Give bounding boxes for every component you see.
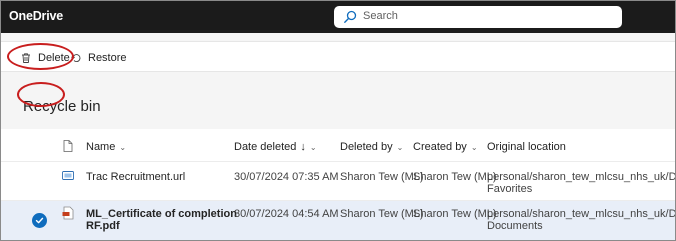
file-type-icon[interactable] <box>63 140 73 152</box>
row-checkbox-checked[interactable] <box>32 213 47 228</box>
original-location-line: personal/sharon_tew_mlcsu_nhs_uk/Documen… <box>487 171 676 183</box>
deleted-by: Sharon Tew (ML) <box>340 208 424 220</box>
date-deleted: 30/07/2024 07:35 AM <box>234 171 339 183</box>
original-location-line: Documents <box>487 220 543 232</box>
restore-label: Restore <box>88 52 127 64</box>
annotation-circle-delete <box>7 43 74 70</box>
chevron-down-icon: ⌄ <box>470 142 478 152</box>
app-header: OneDrive Search <box>1 1 675 33</box>
table-row-selected[interactable]: ML_Certificate of completion RF.pdf 30/0… <box>1 201 676 240</box>
pdf-file-icon <box>62 206 74 220</box>
file-name[interactable]: ML_Certificate of completion RF.pdf <box>86 208 237 232</box>
column-header-original-location[interactable]: Original location <box>487 141 566 153</box>
column-header-created-by-label: Created by <box>413 141 467 153</box>
date-deleted: 30/07/2024 04:54 AM <box>234 208 339 220</box>
search-box[interactable]: Search <box>334 6 622 28</box>
column-header-created-by[interactable]: Created by ⌄ <box>413 141 478 153</box>
table-row[interactable]: Trac Recruitment.url 30/07/2024 07:35 AM… <box>1 163 675 201</box>
search-icon <box>344 10 357 23</box>
chevron-down-icon: ⌄ <box>119 142 127 152</box>
column-header-date-deleted-label: Date deleted <box>234 141 297 153</box>
onedrive-window: OneDrive Search Delete Restore Recycle b… <box>0 0 676 241</box>
column-header-deleted-by-label: Deleted by <box>340 141 393 153</box>
recycle-bin-list: Name ⌄ Date deleted ↓ ⌄ Deleted by ⌄ Cre… <box>1 129 676 240</box>
created-by: Sharon Tew (ML) <box>413 171 497 183</box>
checkmark-icon <box>35 217 44 224</box>
command-bar: Delete Restore <box>1 41 675 72</box>
column-header-date-deleted[interactable]: Date deleted ↓ ⌄ <box>234 141 317 153</box>
original-location-line: personal/sharon_tew_mlcsu_nhs_uk/Documen… <box>487 208 676 220</box>
chevron-down-icon: ⌄ <box>309 142 317 152</box>
sort-descending-icon: ↓ <box>300 141 306 153</box>
created-by: Sharon Tew (ML) <box>413 208 497 220</box>
search-input[interactable]: Search <box>363 10 398 22</box>
app-title[interactable]: OneDrive <box>9 9 63 23</box>
column-header-original-location-label: Original location <box>487 141 566 153</box>
annotation-circle-checkbox <box>17 82 65 107</box>
file-name-line: RF.pdf <box>86 220 120 232</box>
column-header-name-label: Name <box>86 141 116 153</box>
chevron-down-icon: ⌄ <box>396 142 404 152</box>
original-location: personal/sharon_tew_mlcsu_nhs_uk/Documen… <box>487 171 676 195</box>
restore-button[interactable]: Restore <box>70 49 127 67</box>
list-header: Name ⌄ Date deleted ↓ ⌄ Deleted by ⌄ Cre… <box>1 129 675 162</box>
column-header-name[interactable]: Name ⌄ <box>86 141 126 153</box>
column-header-deleted-by[interactable]: Deleted by ⌄ <box>340 141 403 153</box>
url-file-icon <box>62 171 74 180</box>
deleted-by: Sharon Tew (ML) <box>340 171 424 183</box>
original-location: personal/sharon_tew_mlcsu_nhs_uk/Documen… <box>487 208 676 232</box>
original-location-line: Favorites <box>487 183 533 195</box>
file-name[interactable]: Trac Recruitment.url <box>86 171 185 183</box>
file-name-line: ML_Certificate of completion <box>86 208 237 220</box>
